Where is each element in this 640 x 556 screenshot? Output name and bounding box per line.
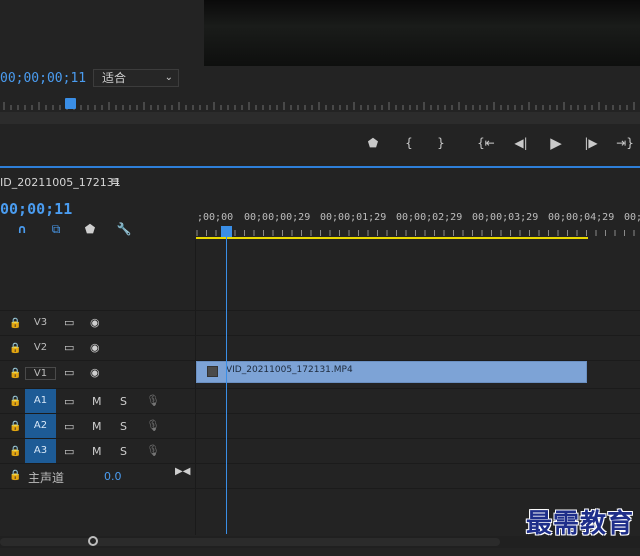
go-to-out-button[interactable]: ⇥} [614,132,636,154]
step-forward-button[interactable]: |▶ [580,132,602,154]
solo-button[interactable]: S [120,445,127,458]
mark-in-button[interactable]: { [398,132,420,154]
master-track-label: 主声道 [28,471,65,485]
ruler-label: 00;00;01;29 [320,212,387,223]
sequence-tab[interactable]: ID_20211005_172131 [0,176,121,189]
lock-icon[interactable]: 🔒 [9,343,21,354]
sequence-playhead[interactable] [221,226,232,237]
mute-button[interactable]: M [92,395,102,408]
expand-toggle-icon[interactable]: ▶◀ [175,466,190,477]
microphone-icon[interactable]: 🎙 [146,444,160,457]
solo-button[interactable]: S [120,395,127,408]
play-icon: ▶ [550,134,562,152]
snap-icon[interactable]: ∩ [13,220,31,238]
ruler-label: 00;00;02;29 [396,212,463,223]
go-to-out-icon: ⇥} [616,136,634,150]
work-area-bar[interactable] [196,237,588,239]
track-label[interactable]: A2 [25,414,56,438]
solo-button[interactable]: S [120,420,127,433]
ruler-label: 00; [624,212,640,223]
film-icon[interactable]: ▭ [64,316,74,329]
mute-button[interactable]: M [92,445,102,458]
step-forward-icon: |▶ [584,136,598,150]
add-marker-icon[interactable]: ⬟ [81,220,99,238]
ruler-ticks [196,230,635,236]
fit-zoom-value: 适合 [102,71,127,85]
track-row-master [0,463,640,489]
clip-name: VID_20211005_172131.MP4 [226,365,353,375]
lock-icon[interactable]: 🔒 [9,318,21,329]
mark-out-icon: } [437,136,445,150]
program-mini-ruler[interactable] [0,96,640,112]
track-label[interactable]: V2 [25,342,56,353]
zoom-handle[interactable] [88,536,98,546]
mute-button[interactable]: M [92,420,102,433]
track-row-v2: 🔒 V2 ▭ ◉ [0,335,640,360]
playhead-line [226,237,227,534]
track-label[interactable]: V3 [25,317,56,328]
watermark: 最需教育 [525,509,634,539]
lock-icon[interactable]: 🔒 [9,421,21,432]
ruler-label: ;00;00 [197,212,234,223]
play-button[interactable]: ▶ [545,132,567,154]
add-marker-button[interactable]: ⬟ [362,132,384,154]
lock-icon[interactable]: 🔒 [9,396,21,407]
marker-icon: ⬟ [367,136,379,150]
track-label[interactable]: A1 [25,389,56,413]
program-zoom-bar[interactable] [0,112,640,124]
timeline-scrollbar[interactable] [0,538,500,546]
step-back-button[interactable]: ◀| [510,132,532,154]
ruler-label: 00;00;04;29 [548,212,615,223]
eye-icon[interactable]: ◉ [90,341,100,354]
eye-icon[interactable]: ◉ [90,366,100,379]
track-label[interactable]: A3 [25,439,56,463]
mark-out-button[interactable]: } [430,132,452,154]
linked-selection-icon[interactable]: ⧉ [47,220,65,238]
program-playhead[interactable] [65,98,76,109]
go-to-in-button[interactable]: {⇤ [475,132,497,154]
film-icon[interactable]: ▭ [64,420,74,433]
lock-icon[interactable]: 🔒 [9,446,21,457]
ruler-label: 00;00;00;29 [244,212,311,223]
track-row-v3: 🔒 V3 ▭ ◉ [0,310,640,335]
track-label[interactable]: V1 [25,367,56,380]
hamburger-menu-icon[interactable]: ≡ [110,174,120,188]
master-volume-value[interactable]: 0.0 [104,470,122,483]
film-icon[interactable]: ▭ [64,366,74,379]
track-row-a3: 🔒 A3 ▭ M S 🎙 [0,438,640,463]
sequence-timecode[interactable]: 00;00;11 [0,200,72,218]
fx-badge-icon [207,366,218,377]
ruler-label: 00;00;03;29 [472,212,539,223]
wrench-icon[interactable]: 🔧 [115,220,133,238]
step-back-icon: ◀| [514,136,528,150]
chevron-down-icon: ⌄ [164,72,173,83]
film-icon[interactable]: ▭ [64,395,74,408]
microphone-icon[interactable]: 🎙 [146,419,160,432]
fit-zoom-select[interactable]: 适合 ⌄ [93,69,179,87]
track-row-a2: 🔒 A2 ▭ M S 🎙 [0,413,640,438]
time-ruler[interactable]: ;00;00 00;00;00;29 00;00;01;29 00;00;02;… [195,206,640,238]
program-timecode[interactable]: 00;00;00;11 [0,71,86,86]
video-clip[interactable]: VID_20211005_172131.MP4 [196,361,587,383]
lock-icon[interactable]: 🔒 [9,368,21,379]
mark-in-icon: { [405,136,413,150]
microphone-icon[interactable]: 🎙 [146,394,160,407]
track-row-a1: 🔒 A1 ▭ M S 🎙 [0,388,640,413]
go-to-in-icon: {⇤ [477,136,495,150]
video-preview[interactable] [204,0,640,66]
film-icon[interactable]: ▭ [64,341,74,354]
lock-icon[interactable]: 🔒 [9,470,21,481]
film-icon[interactable]: ▭ [64,445,74,458]
eye-icon[interactable]: ◉ [90,316,100,329]
